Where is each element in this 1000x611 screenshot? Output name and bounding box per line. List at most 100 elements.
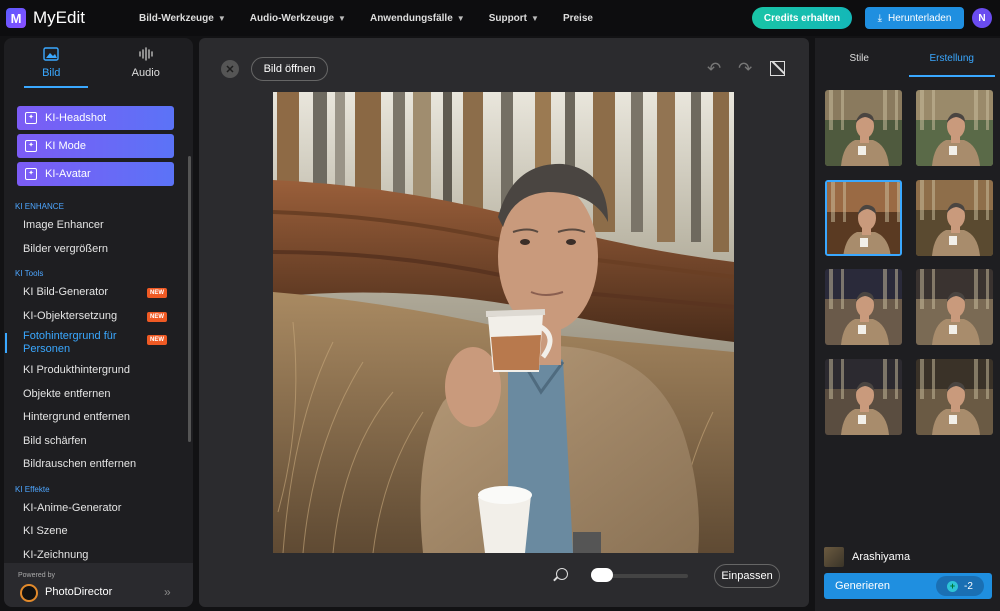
generate-label: Generieren bbox=[835, 580, 891, 592]
sidebar-item-label: Objekte entfernen bbox=[23, 387, 111, 400]
tab-bild[interactable]: Bild bbox=[4, 38, 99, 88]
nav-item-3[interactable]: Support ▼ bbox=[489, 13, 539, 24]
chevron-down-icon: ▼ bbox=[338, 13, 346, 23]
myedit-logo-icon: M bbox=[6, 8, 26, 28]
nav-item-label: Audio-Werkzeuge bbox=[249, 12, 335, 24]
result-thumbnail[interactable] bbox=[825, 180, 902, 256]
double-chevron-right-icon[interactable]: » bbox=[164, 585, 171, 599]
powered-by-footer[interactable]: Powered by PhotoDirector » bbox=[4, 563, 193, 607]
fit-button[interactable]: Einpassen bbox=[714, 564, 780, 588]
new-badge: NEW bbox=[147, 311, 167, 322]
open-image-button[interactable]: Bild öffnen bbox=[251, 57, 328, 81]
sidebar-item-label: Bildrauschen entfernen bbox=[23, 458, 137, 470]
sidebar-item-label: Bilder vergrößern bbox=[23, 242, 108, 255]
editor-canvas: ✕ Bild öffnen ↶ ↷ Einpassen bbox=[199, 38, 809, 607]
tab-erstellung[interactable]: Erstellung bbox=[908, 38, 1000, 78]
selected-style: Arashiyama bbox=[824, 547, 910, 567]
sidebar-item-label: KI Szene bbox=[23, 525, 68, 537]
credits-button[interactable]: Credits erhalten bbox=[752, 7, 852, 29]
style-name: Arashiyama bbox=[852, 551, 911, 563]
zoom-controls: Einpassen bbox=[199, 562, 809, 590]
app-logo[interactable]: M MyEdit bbox=[6, 8, 136, 28]
audio-wave-icon bbox=[138, 47, 154, 64]
sidebar-item[interactable]: Bilder vergrößern bbox=[4, 238, 193, 262]
new-badge: NEW bbox=[147, 335, 167, 345]
sidebar-item[interactable]: Hintergrund entfernen bbox=[4, 406, 193, 430]
result-thumbnail[interactable] bbox=[916, 269, 993, 345]
tab-stile[interactable]: Stile bbox=[815, 38, 908, 78]
sidebar-item[interactable]: Bild schärfen bbox=[4, 430, 193, 454]
result-thumbnail[interactable] bbox=[825, 90, 902, 166]
nav-item-2[interactable]: Anwendungsfälle ▼ bbox=[370, 13, 465, 24]
download-button[interactable]: ⤓ Herunterladen bbox=[865, 7, 964, 29]
redo-icon[interactable]: ↷ bbox=[738, 59, 752, 79]
result-thumbnail[interactable] bbox=[916, 359, 993, 435]
result-thumbnail[interactable] bbox=[825, 359, 902, 435]
nav-item-label: Preise bbox=[562, 12, 593, 24]
chevron-down-icon: ▼ bbox=[456, 13, 465, 23]
sidebar-item-label: KI Bild-Generator bbox=[23, 286, 108, 298]
zoom-slider-thumb[interactable] bbox=[590, 568, 613, 582]
generate-button[interactable]: Generieren + -2 bbox=[824, 573, 992, 599]
user-avatar[interactable]: N bbox=[972, 8, 992, 28]
style-panel: Stile Erstellung Arashiyama Generieren +… bbox=[815, 38, 1000, 611]
photodirector-logo-icon bbox=[20, 584, 38, 602]
tab-audio-label: Audio bbox=[131, 67, 160, 79]
powered-by-label: Powered by bbox=[18, 572, 55, 579]
section-title: KI ENHANCE bbox=[15, 202, 64, 211]
credit-cost-badge: + -2 bbox=[936, 576, 984, 596]
zoom-icon[interactable] bbox=[556, 568, 568, 580]
nav-item-4[interactable]: Preise bbox=[563, 13, 593, 24]
credit-cost: -2 bbox=[964, 580, 973, 592]
active-tab-indicator bbox=[909, 75, 995, 77]
compare-icon[interactable] bbox=[770, 61, 785, 76]
sidebar-item-label: Image Enhancer bbox=[23, 219, 104, 231]
ai-tool-label: KI Mode bbox=[45, 140, 86, 152]
image-icon bbox=[43, 47, 59, 64]
ai-sparkle-icon: ✦ bbox=[25, 112, 37, 124]
ai-tool-label: KI-Headshot bbox=[45, 112, 107, 124]
sidebar-item[interactable]: KI Szene bbox=[4, 520, 193, 544]
sidebar-item-label: KI-Objektersetzung bbox=[23, 309, 118, 322]
credit-coin-icon: + bbox=[947, 580, 959, 592]
edited-photo bbox=[273, 92, 734, 553]
tool-sidebar: Bild Audio ✦ KI-Headshot ✦ KI Mode ✦ KI-Avata… bbox=[4, 38, 193, 607]
sidebar-item-label: Fotohintergrund für Personen bbox=[23, 330, 117, 355]
result-thumbnail[interactable] bbox=[916, 90, 993, 166]
sidebar-item-label: Hintergrund entfernen bbox=[23, 411, 131, 423]
sidebar-item[interactable]: KI-Objektersetzung NEW bbox=[4, 305, 193, 329]
ai-tool-button-2[interactable]: ✦ KI-Avatar bbox=[17, 162, 174, 186]
ai-tool-button-0[interactable]: ✦ KI-Headshot bbox=[17, 106, 174, 130]
result-thumbnail[interactable] bbox=[825, 269, 902, 345]
main-nav: Bild-Werkzeuge ▼ Audio-Werkzeuge ▼ Anwendung… bbox=[139, 13, 617, 24]
sidebar-item-label: KI-Zeichnung bbox=[23, 548, 89, 561]
nav-item-label: Support bbox=[488, 12, 528, 24]
sidebar-item[interactable]: Objekte entfernen bbox=[4, 383, 193, 407]
app-name: MyEdit bbox=[33, 8, 85, 27]
ai-tool-button-1[interactable]: ✦ KI Mode bbox=[17, 134, 174, 158]
result-thumbnail[interactable] bbox=[916, 180, 993, 256]
ai-sparkle-icon: ✦ bbox=[25, 140, 37, 152]
sidebar-scrollbar[interactable] bbox=[188, 156, 191, 442]
sidebar-item[interactable]: Image Enhancer bbox=[4, 214, 193, 238]
download-icon: ⤓ bbox=[877, 12, 883, 24]
undo-icon[interactable]: ↶ bbox=[707, 59, 721, 79]
sidebar-tabs: Bild Audio bbox=[4, 38, 193, 88]
close-icon[interactable]: ✕ bbox=[221, 60, 239, 78]
sidebar-item[interactable]: KI-Anime-Generator bbox=[4, 497, 193, 521]
ai-sparkle-icon: ✦ bbox=[25, 168, 37, 180]
download-label: Herunterladen bbox=[888, 12, 952, 24]
sidebar-item[interactable]: Fotohintergrund für Personen NEW bbox=[4, 328, 193, 359]
sidebar-item-label: KI Produkthintergrund bbox=[23, 364, 131, 376]
sidebar-item[interactable]: KI Produkthintergrund bbox=[4, 359, 193, 383]
section-title: KI Tools bbox=[15, 269, 44, 278]
sidebar-item[interactable]: Bildrauschen entfernen bbox=[4, 453, 193, 477]
tab-audio[interactable]: Audio bbox=[99, 38, 194, 88]
section-title: KI Effekte bbox=[15, 484, 50, 494]
nav-item-0[interactable]: Bild-Werkzeuge ▼ bbox=[139, 13, 226, 24]
panel-tabs: Stile Erstellung bbox=[815, 38, 1000, 78]
sidebar-item-label: KI-Anime-Generator bbox=[23, 501, 122, 514]
nav-item-label: Anwendungsfälle bbox=[369, 12, 453, 24]
sidebar-item[interactable]: KI Bild-Generator NEW bbox=[4, 281, 193, 305]
nav-item-1[interactable]: Audio-Werkzeuge ▼ bbox=[250, 13, 346, 24]
